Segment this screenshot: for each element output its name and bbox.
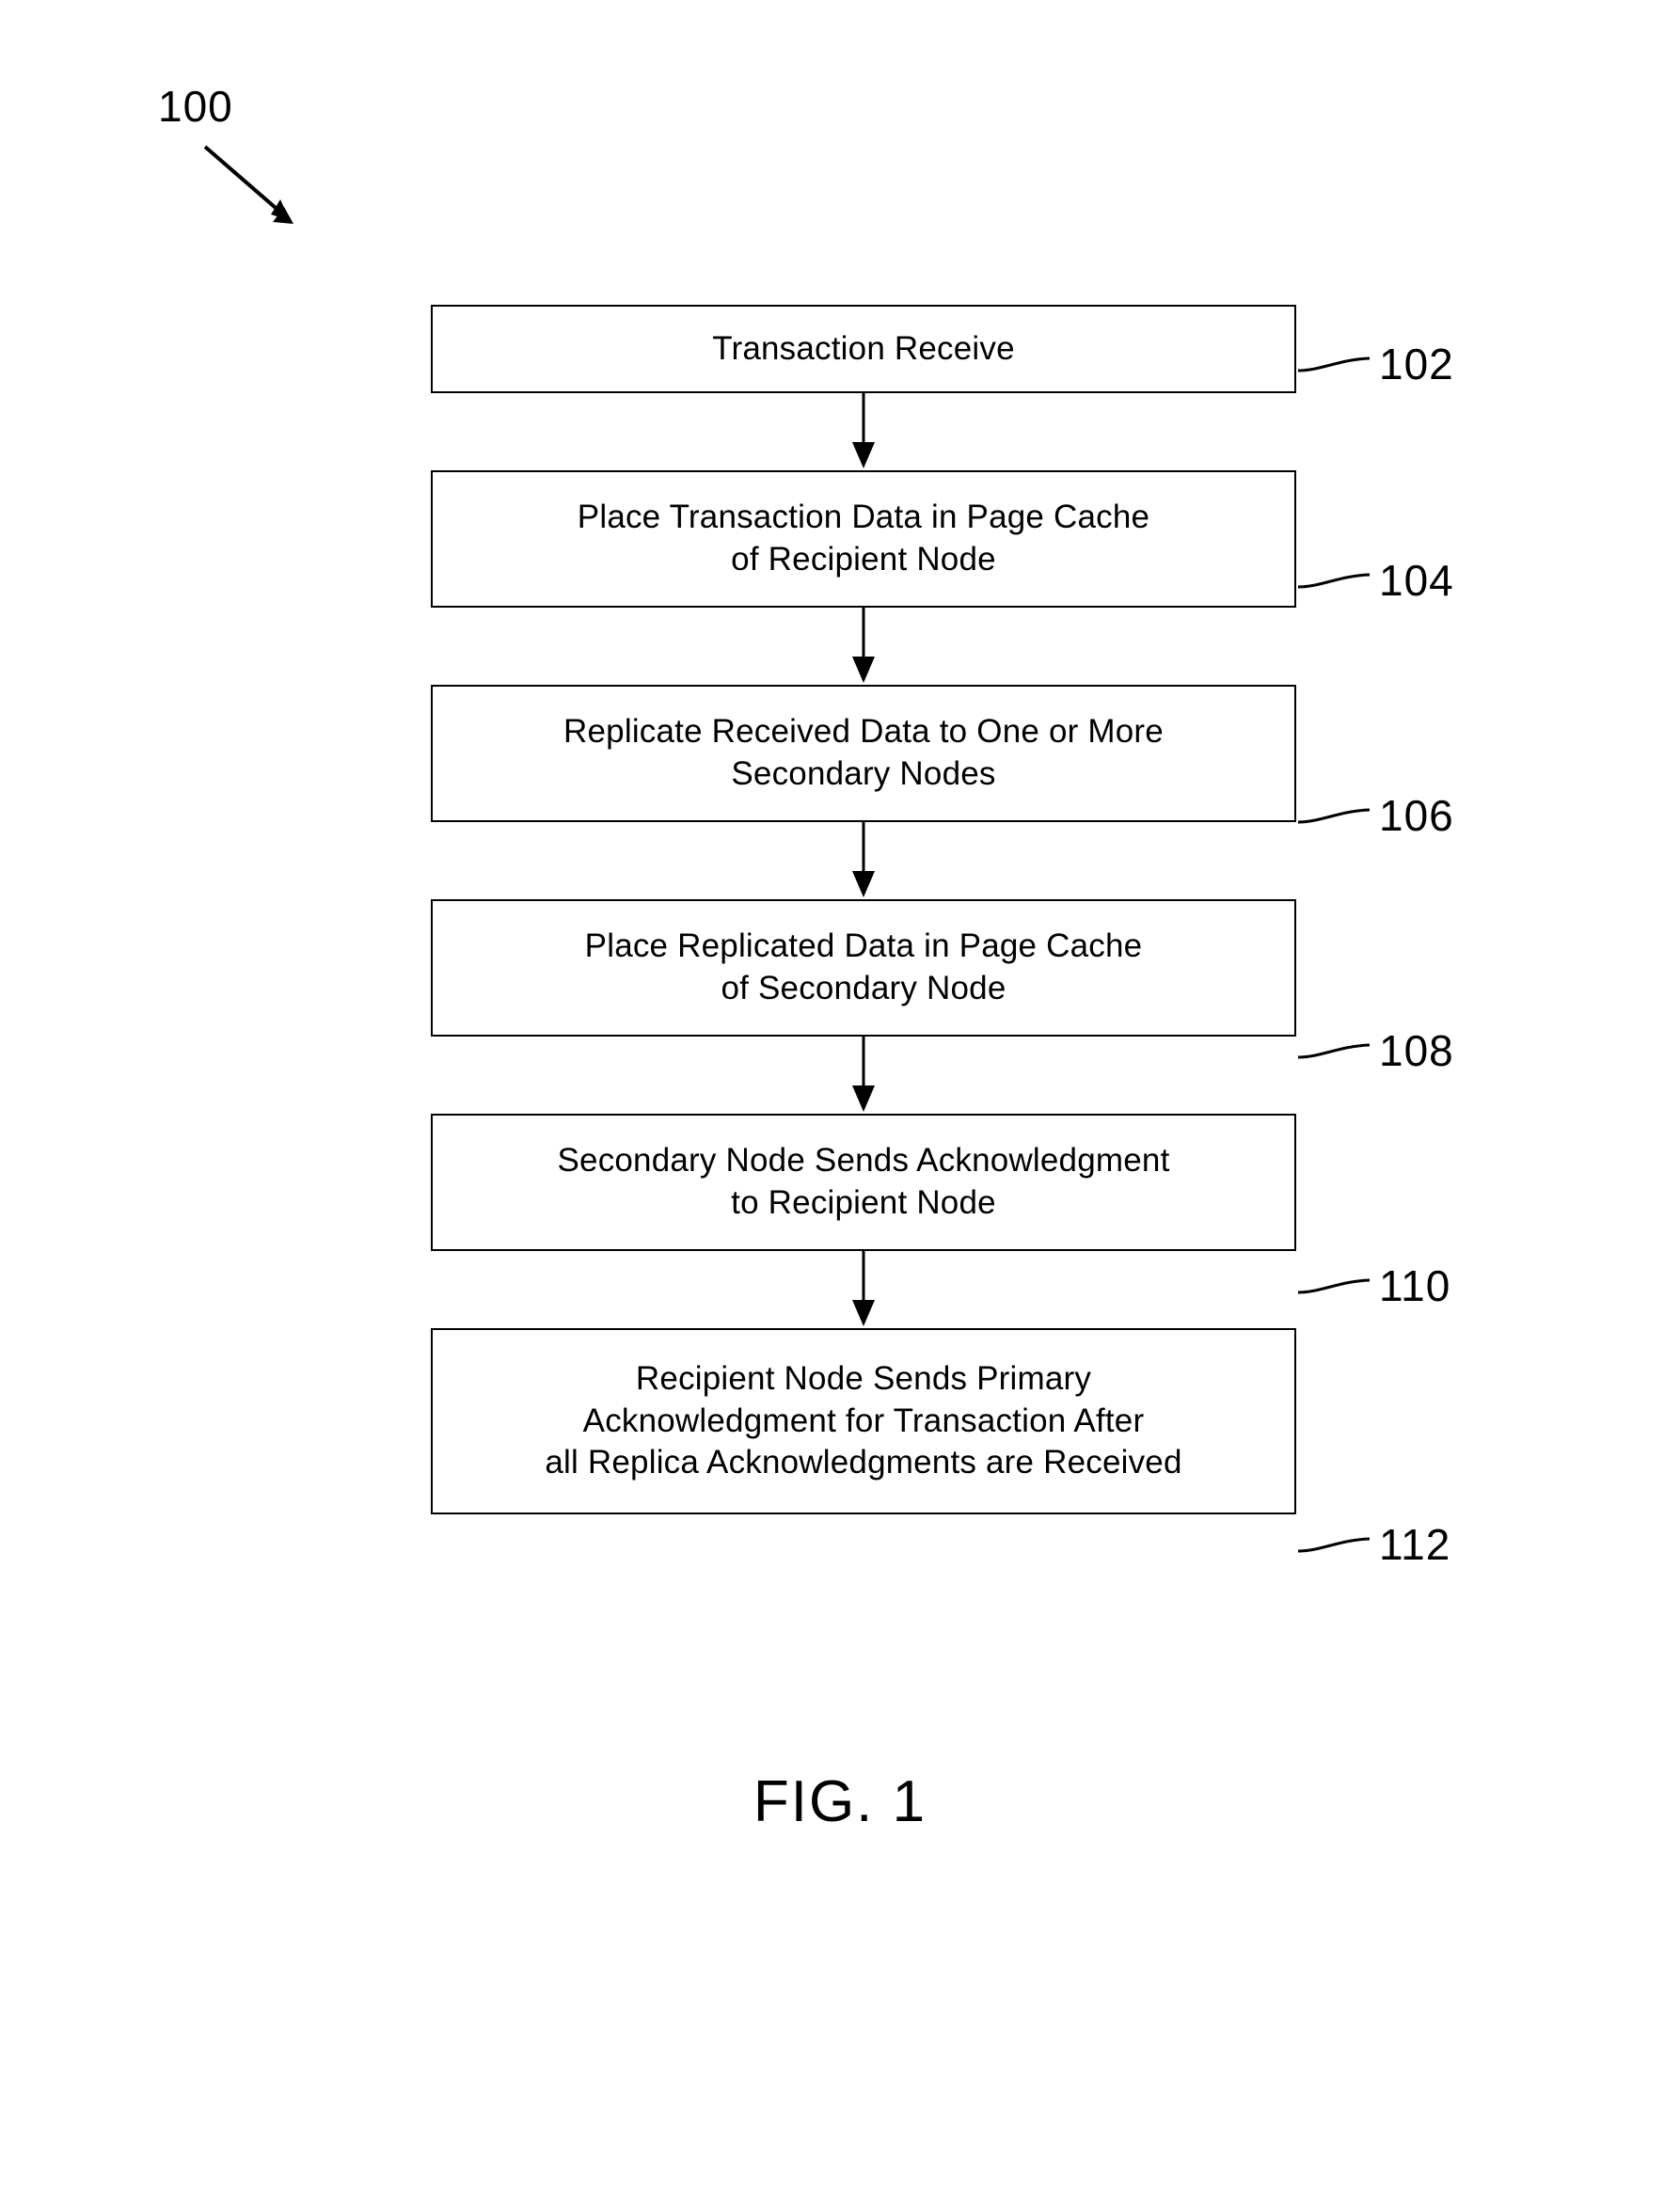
flow-step-108: Place Replicated Data in Page Cache of S…	[431, 899, 1296, 1037]
leader-line-110	[1298, 1278, 1371, 1294]
figure-reference-100: 100	[158, 82, 233, 131]
process-box-104-label: Place Transaction Data in Page Cache of …	[577, 499, 1150, 578]
flow-step-104: Place Transaction Data in Page Cache of …	[431, 470, 1296, 608]
reference-callout-102: 102	[1298, 340, 1454, 388]
connector-108-to-110	[431, 1037, 1296, 1114]
flowchart: Transaction Receive Place Transaction Da…	[431, 305, 1296, 1514]
process-box-110-label: Secondary Node Sends Acknowledgment to R…	[557, 1142, 1170, 1221]
flow-step-112: Recipient Node Sends Primary Acknowledgm…	[431, 1328, 1296, 1514]
connector-104-to-106	[431, 608, 1296, 685]
figure-reference-100-arrow	[199, 141, 322, 245]
patent-figure: 100 Transaction Receive Place Transactio…	[0, 0, 1680, 2186]
reference-number-104: 104	[1379, 556, 1454, 605]
reference-number-108: 108	[1379, 1026, 1454, 1075]
leader-line-108	[1298, 1043, 1371, 1059]
process-box-106: Replicate Received Data to One or More S…	[431, 685, 1296, 822]
process-box-102: Transaction Receive	[431, 305, 1296, 393]
connector-110-to-112	[431, 1251, 1296, 1328]
process-box-108: Place Replicated Data in Page Cache of S…	[431, 899, 1296, 1037]
process-box-108-label: Place Replicated Data in Page Cache of S…	[584, 927, 1143, 1006]
connector-106-to-108	[431, 822, 1296, 899]
reference-number-102: 102	[1379, 340, 1454, 388]
leader-line-106	[1298, 808, 1371, 824]
process-box-106-label: Replicate Received Data to One or More S…	[563, 713, 1164, 792]
flow-step-106: Replicate Received Data to One or More S…	[431, 685, 1296, 822]
reference-callout-106: 106	[1298, 791, 1454, 840]
process-box-104: Place Transaction Data in Page Cache of …	[431, 470, 1296, 608]
reference-number-112: 112	[1379, 1520, 1451, 1569]
flow-step-110: Secondary Node Sends Acknowledgment to R…	[431, 1114, 1296, 1251]
reference-callout-108: 108	[1298, 1026, 1454, 1075]
reference-callout-104: 104	[1298, 556, 1454, 605]
reference-number-110: 110	[1379, 1261, 1451, 1310]
leader-line-104	[1298, 573, 1371, 589]
reference-callout-112: 112	[1298, 1520, 1451, 1569]
figure-caption: FIG. 1	[753, 1769, 927, 1834]
process-box-110: Secondary Node Sends Acknowledgment to R…	[431, 1114, 1296, 1251]
flow-step-102: Transaction Receive	[431, 305, 1296, 393]
process-box-112-label: Recipient Node Sends Primary Acknowledgm…	[545, 1359, 1182, 1481]
process-box-102-label: Transaction Receive	[712, 329, 1015, 367]
reference-number-106: 106	[1379, 791, 1454, 840]
connector-102-to-104	[431, 393, 1296, 470]
leader-line-112	[1298, 1537, 1371, 1553]
leader-line-102	[1298, 356, 1371, 372]
process-box-112: Recipient Node Sends Primary Acknowledgm…	[431, 1328, 1296, 1514]
reference-callout-110: 110	[1298, 1261, 1451, 1310]
